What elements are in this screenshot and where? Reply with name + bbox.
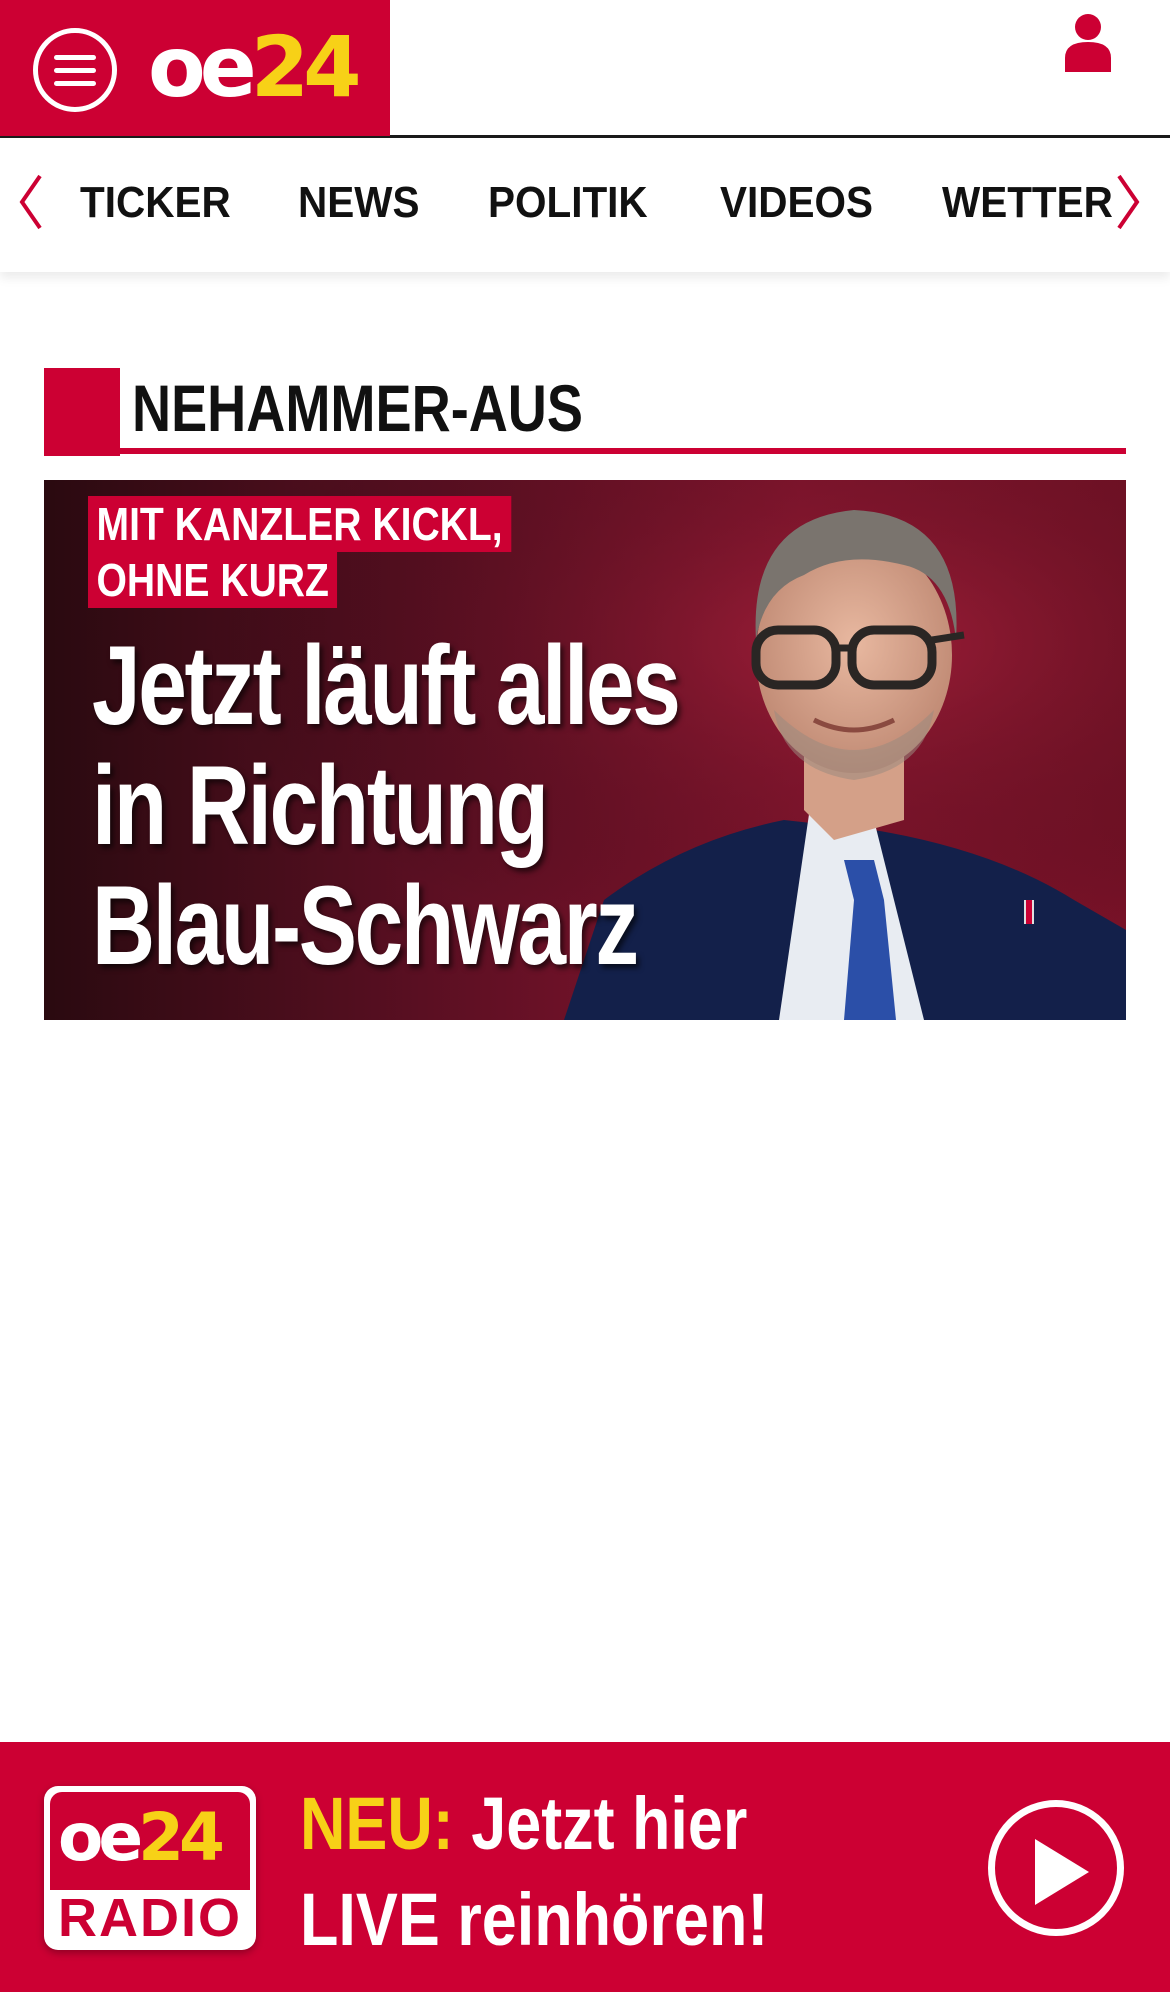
menu-line-icon (54, 67, 96, 73)
headline-line-2: in Richtung (92, 743, 549, 868)
radio-promo-line-1: NEU: Jetzt hier (300, 1776, 768, 1872)
play-icon (1035, 1839, 1089, 1905)
user-account-icon[interactable] (1063, 12, 1113, 72)
section-underline (44, 448, 1126, 454)
radio-play-button[interactable] (988, 1800, 1124, 1936)
hamburger-menu-button[interactable] (33, 28, 117, 112)
teaser-headline: Jetzt läuft alles in Richtung Blau-Schwa… (92, 623, 681, 988)
kicker-line-2: OHNE KURZ (88, 552, 338, 608)
site-logo[interactable]: oe24 (148, 22, 362, 112)
menu-line-icon (54, 80, 96, 86)
lead-article-teaser[interactable]: MIT KANZLER KICKL, OHNE KURZ Jetzt läuft… (44, 480, 1126, 1020)
radio-new-label: NEU: (300, 1782, 454, 1865)
kicker-line-1: MIT KANZLER KICKL, (88, 496, 512, 552)
section-title[interactable]: NEHAMMER-AUS (132, 368, 583, 448)
radio-promo-line-1-rest: Jetzt hier (453, 1782, 748, 1865)
nav-item-politik[interactable]: POLITIK (488, 176, 648, 230)
radio-logo-oe: oe (58, 1799, 143, 1876)
nav-item-wetter[interactable]: WETTER (942, 176, 1113, 230)
radio-logo-label: RADIO (58, 1888, 242, 1948)
radio-logo[interactable]: oe24 RADIO (44, 1786, 256, 1950)
nav-item-ticker[interactable]: TICKER (80, 176, 231, 230)
site-header: oe24 (0, 0, 1170, 138)
brand-block: oe24 (0, 0, 390, 136)
radio-banner[interactable]: oe24 RADIO NEU: Jetzt hier LIVE reinhöre… (0, 1742, 1170, 1992)
radio-logo-24: 24 (138, 1799, 225, 1876)
nav-scroll-right-icon[interactable] (1113, 172, 1143, 232)
nav-item-news[interactable]: NEWS (298, 176, 419, 230)
headline-line-1: Jetzt läuft alles (92, 623, 681, 748)
teaser-kicker: MIT KANZLER KICKL, OHNE KURZ (88, 496, 586, 608)
main-navigation: TICKER NEWS POLITIK VIDEOS WETTER (0, 140, 1170, 272)
radio-logo-wordmark: oe24 (58, 1798, 225, 1878)
section-marker (44, 368, 120, 456)
radio-promo-line-2: LIVE reinhören! (300, 1878, 769, 1961)
radio-promo-text[interactable]: NEU: Jetzt hier LIVE reinhören! (300, 1776, 768, 1968)
nav-scroll-left-icon[interactable] (16, 172, 46, 232)
headline-line-3: Blau-Schwarz (92, 863, 639, 988)
logo-oe: oe (148, 18, 257, 116)
menu-line-icon (54, 54, 96, 60)
section-header: NEHAMMER-AUS (44, 368, 1126, 456)
logo-24: 24 (250, 18, 362, 116)
nav-item-videos[interactable]: VIDEOS (720, 176, 873, 230)
